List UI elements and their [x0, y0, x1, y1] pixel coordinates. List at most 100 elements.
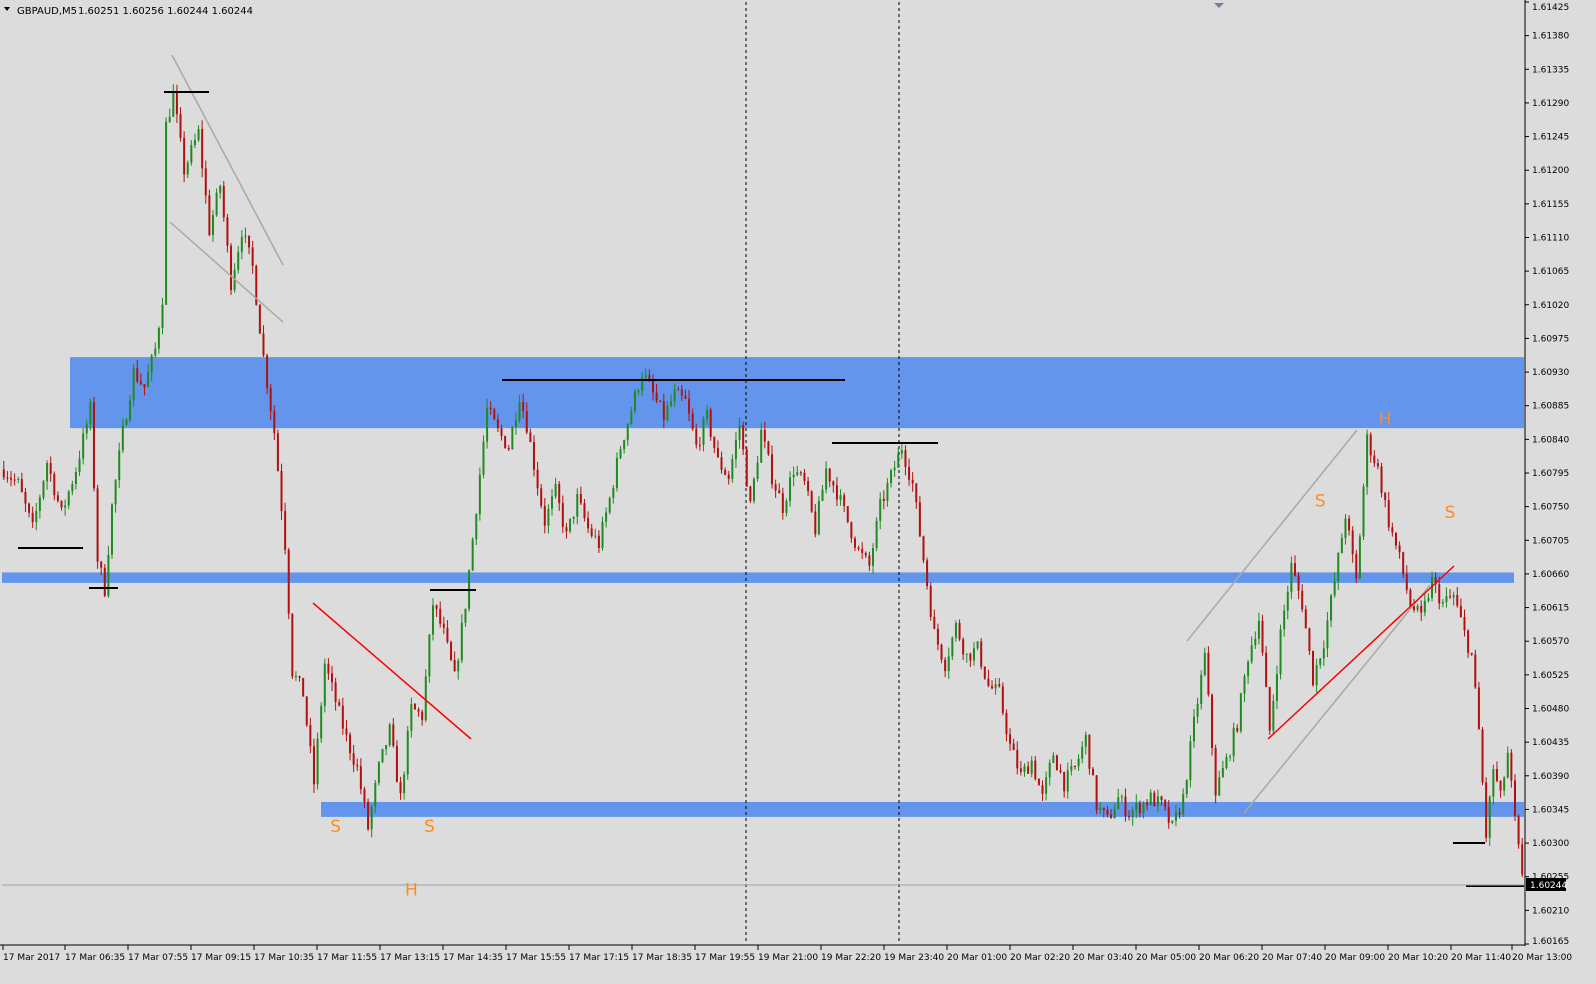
candle-body — [24, 492, 27, 504]
candle-body — [1427, 597, 1430, 601]
candle-body — [734, 439, 737, 460]
candle-body — [843, 495, 846, 507]
candle-body — [904, 450, 907, 467]
candle-body — [688, 398, 691, 414]
candle-body — [958, 622, 961, 640]
candle-body — [356, 764, 359, 767]
candle-body — [1174, 812, 1177, 821]
candle-body — [716, 447, 719, 458]
price-chart[interactable]: S H S S H S 1.61425 1.61380 1.61335 1.61290 1.612… — [0, 0, 1596, 984]
candle-body — [1034, 760, 1037, 779]
candle-body — [129, 400, 132, 420]
candle-body — [1099, 807, 1102, 811]
candle-body — [890, 470, 893, 484]
candle-body — [1214, 747, 1217, 796]
candle-body — [31, 512, 34, 523]
candle-body — [1521, 844, 1524, 875]
price-tick-label: 1.61200 — [1532, 166, 1569, 176]
candle-body — [111, 504, 114, 555]
candle-body — [327, 663, 330, 674]
candle-body — [514, 420, 517, 428]
price-tick-label: 1.60525 — [1532, 671, 1569, 681]
candle-body — [175, 92, 178, 115]
price-zone[interactable] — [70, 357, 1524, 429]
candle-body — [1477, 687, 1480, 730]
candle-body — [1423, 600, 1426, 613]
candle-body — [193, 140, 196, 146]
candle-body — [1232, 727, 1235, 757]
pattern-label: S — [424, 817, 435, 837]
candle-body — [1459, 605, 1462, 618]
candle-body — [1304, 609, 1307, 629]
candle-body — [897, 453, 900, 468]
candle-body — [536, 469, 539, 489]
candle-body — [446, 627, 449, 642]
candle-body — [698, 444, 701, 446]
candle-body — [944, 659, 947, 672]
candle-body — [767, 441, 770, 455]
candle-body — [1203, 652, 1206, 675]
candle-body — [1153, 792, 1156, 807]
candle-body — [359, 766, 362, 790]
current-price-label: 1.60244 — [1530, 881, 1567, 891]
candle-body — [1048, 762, 1051, 778]
time-tick-label: 17 Mar 09:15 — [191, 953, 251, 963]
candle-body — [1488, 796, 1491, 838]
candle-body — [731, 459, 734, 479]
candle-body — [583, 503, 586, 519]
candle-body — [915, 483, 918, 503]
candle-body — [385, 745, 388, 749]
candle-body — [439, 608, 442, 624]
candle-body — [954, 622, 957, 638]
price-tick-label: 1.60345 — [1532, 805, 1569, 815]
candle-body — [417, 709, 420, 712]
candle-body — [60, 500, 63, 508]
time-tick-label: 17 Mar 18:35 — [632, 953, 692, 963]
candle-body — [983, 666, 986, 679]
candle-body — [471, 539, 474, 571]
price-zone[interactable] — [321, 801, 1524, 817]
candle-body — [53, 473, 56, 496]
time-tick-label: 17 Mar 17:15 — [569, 953, 629, 963]
candle-body — [1355, 553, 1358, 579]
candle-body — [1236, 727, 1239, 732]
time-tick-label: 20 Mar 01:00 — [947, 953, 1007, 963]
candle-body — [1221, 767, 1224, 778]
candle-body — [374, 782, 377, 807]
candle-body — [504, 436, 507, 449]
time-tick-label: 17 Mar 2017 — [3, 953, 60, 963]
time-tick-label: 20 Mar 06:20 — [1199, 953, 1259, 963]
candle-body — [1131, 810, 1134, 818]
candle-body — [100, 561, 103, 568]
candle-body — [107, 554, 110, 596]
candle-body — [1376, 463, 1379, 467]
candle-body — [352, 753, 355, 765]
candle-body — [727, 474, 730, 479]
candle-body — [1358, 536, 1361, 579]
price-zone[interactable] — [2, 572, 1514, 583]
candle-body — [1052, 755, 1055, 763]
candle-body — [742, 425, 745, 450]
candle-body — [872, 548, 875, 566]
candle-body — [453, 660, 456, 672]
time-tick-label: 17 Mar 10:35 — [254, 953, 314, 963]
price-tick-label: 1.60795 — [1532, 469, 1569, 479]
candle-body — [605, 512, 608, 522]
candle-body — [197, 129, 200, 141]
candle-body — [994, 684, 997, 689]
candle-body — [1207, 652, 1210, 695]
candle-body — [709, 409, 712, 437]
candle-body — [666, 405, 669, 421]
time-tick-label: 19 Mar 22:20 — [821, 953, 881, 963]
candle-body — [1499, 780, 1502, 791]
time-tick-label: 19 Mar 21:00 — [758, 953, 818, 963]
candle-body — [262, 333, 265, 356]
candle-body — [1073, 765, 1076, 767]
candle-body — [1506, 752, 1509, 778]
candle-body — [540, 488, 543, 506]
candle-body — [201, 129, 204, 169]
candle-body — [431, 605, 434, 635]
candle-body — [1452, 594, 1455, 598]
price-tick-label: 1.60930 — [1532, 368, 1569, 378]
candle-body — [1055, 755, 1058, 771]
